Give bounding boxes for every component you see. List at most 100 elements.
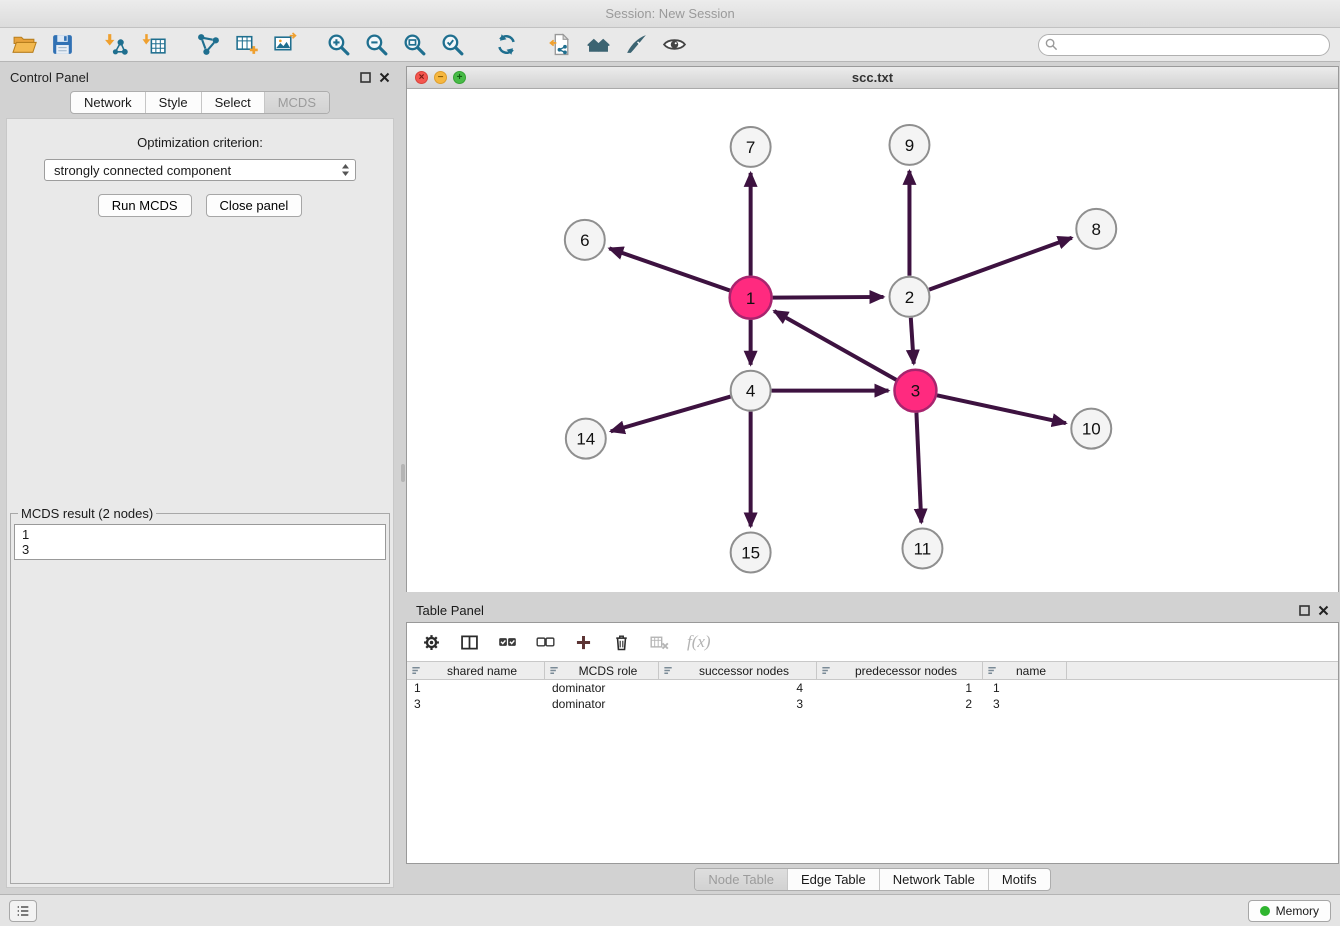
svg-text:9: 9: [905, 136, 914, 155]
table-cell[interactable]: 1: [817, 681, 983, 695]
network-graph[interactable]: 7 9 6 8 1 2 4 3 14 10 15 11: [407, 89, 1338, 592]
view-group: [546, 31, 688, 59]
close-panel-button[interactable]: Close panel: [206, 194, 303, 217]
table-cell[interactable]: dominator: [545, 681, 659, 695]
export-image-button[interactable]: [270, 31, 298, 59]
mcds-result-text[interactable]: 1 3: [14, 524, 386, 560]
tab-node-table[interactable]: Node Table: [695, 869, 788, 890]
graph-node-8[interactable]: 8: [1076, 209, 1116, 249]
close-panel-icon[interactable]: [379, 72, 390, 83]
float-panel-icon[interactable]: [360, 72, 371, 83]
memory-button[interactable]: Memory: [1248, 900, 1331, 922]
column-header-successor-nodes[interactable]: successor nodes: [659, 662, 817, 679]
table-cell[interactable]: 1: [407, 681, 545, 695]
graph-node-4[interactable]: 4: [731, 371, 771, 411]
zoom-fit-button[interactable]: [400, 31, 428, 59]
unselect-all-button empty-boxes-icon[interactable]: [535, 632, 556, 653]
graph-edge-2-3[interactable]: [911, 318, 914, 364]
column-header-name[interactable]: name: [983, 662, 1067, 679]
memory-label: Memory: [1276, 904, 1319, 918]
tab-network-table[interactable]: Network Table: [880, 869, 989, 890]
graph-node-9[interactable]: 9: [889, 125, 929, 165]
table-row[interactable]: 3dominator323: [407, 696, 1338, 712]
tab-edge-table[interactable]: Edge Table: [788, 869, 880, 890]
graph-node-6[interactable]: 6: [565, 220, 605, 260]
import-table-button[interactable]: [140, 31, 168, 59]
search-input[interactable]: [1038, 34, 1330, 56]
graph-node-11[interactable]: 11: [902, 529, 942, 569]
column-sort-icon: [411, 665, 422, 676]
graph-edge-2-8[interactable]: [929, 238, 1072, 290]
graph-node-3[interactable]: 3: [894, 370, 936, 412]
open-session-button[interactable]: [10, 31, 38, 59]
task-history-button[interactable]: [9, 900, 37, 922]
zoom-in-button[interactable]: [324, 31, 352, 59]
table-cell[interactable]: dominator: [545, 697, 659, 711]
show-hide-button[interactable]: [660, 31, 688, 59]
open-folder-icon: [12, 32, 37, 57]
table-row[interactable]: 1dominator411: [407, 680, 1338, 696]
refresh-button[interactable]: [492, 31, 520, 59]
tab-select[interactable]: Select: [202, 92, 265, 113]
tab-network[interactable]: Network: [71, 92, 146, 113]
optimization-criterion-label: Optimization criterion:: [7, 135, 393, 150]
control-panel-header: Control Panel: [0, 66, 400, 88]
table-cell[interactable]: 1: [983, 681, 1067, 695]
control-panel-tabs: Network Style Select MCDS: [0, 91, 400, 114]
graph-node-15[interactable]: 15: [731, 533, 771, 573]
column-header-shared-name[interactable]: shared name: [407, 662, 545, 679]
import-table-icon: [142, 32, 167, 57]
graph-node-2[interactable]: 2: [889, 277, 929, 317]
graph-edge-4-14[interactable]: [611, 397, 731, 432]
window-minimize-button[interactable]: −: [434, 71, 447, 84]
table-cell[interactable]: 4: [659, 681, 817, 695]
refresh-group: [492, 31, 520, 59]
tab-motifs[interactable]: Motifs: [989, 869, 1050, 890]
table-cell[interactable]: 3: [659, 697, 817, 711]
window-zoom-button[interactable]: +: [453, 71, 466, 84]
zoom-out-button[interactable]: [362, 31, 390, 59]
float-table-panel-icon[interactable]: [1299, 605, 1310, 616]
table-tabs: Node Table Edge Table Network Table Moti…: [406, 864, 1339, 894]
column-sort-icon: [821, 665, 832, 676]
table-cell[interactable]: 2: [817, 697, 983, 711]
app-titlebar: Session: New Session: [0, 0, 1340, 28]
table-cell[interactable]: 3: [407, 697, 545, 711]
clone-network-button[interactable]: [546, 31, 574, 59]
apply-style-button[interactable]: [622, 31, 650, 59]
svg-text:1: 1: [746, 289, 755, 308]
graph-edge-3-1[interactable]: [774, 311, 896, 380]
new-network-button[interactable]: [194, 31, 222, 59]
import-network-button[interactable]: [102, 31, 130, 59]
graph-edge-3-10[interactable]: [937, 395, 1066, 423]
graph-edge-3-11[interactable]: [916, 413, 921, 523]
column-header-predecessor-nodes[interactable]: predecessor nodes: [817, 662, 983, 679]
close-table-panel-icon[interactable]: [1318, 605, 1329, 616]
zoom-selected-button[interactable]: [438, 31, 466, 59]
show-columns-button columns-icon[interactable]: [459, 632, 480, 653]
graph-node-7[interactable]: 7: [731, 127, 771, 167]
first-neighbors-button[interactable]: [584, 31, 612, 59]
table-cell[interactable]: 3: [983, 697, 1067, 711]
tab-mcds[interactable]: MCDS: [265, 92, 329, 113]
table-header-row: shared name MCDS role successor nodes: [407, 661, 1338, 680]
graph-edge-1-2[interactable]: [773, 297, 884, 298]
graph-node-1[interactable]: 1: [730, 277, 772, 319]
column-header-mcds-role[interactable]: MCDS role: [545, 662, 659, 679]
stepper-arrows-icon: [341, 163, 350, 177]
table-settings-button gear-icon[interactable]: [421, 632, 442, 653]
table-body: 1dominator4113dominator323: [407, 680, 1338, 712]
select-all-button checked-boxes-icon[interactable]: [497, 632, 518, 653]
graph-node-14[interactable]: 14: [566, 419, 606, 459]
new-group: [194, 31, 298, 59]
delete-column-button trash-icon[interactable]: [611, 632, 632, 653]
new-column-button plus-icon[interactable]: [573, 632, 594, 653]
criterion-select[interactable]: strongly connected component: [44, 159, 356, 181]
window-close-button[interactable]: ×: [415, 71, 428, 84]
tab-style[interactable]: Style: [146, 92, 202, 113]
graph-edge-1-6[interactable]: [609, 248, 730, 290]
run-mcds-button[interactable]: Run MCDS: [98, 194, 192, 217]
new-table-button[interactable]: [232, 31, 260, 59]
save-session-button[interactable]: [48, 31, 76, 59]
graph-node-10[interactable]: 10: [1071, 409, 1111, 449]
